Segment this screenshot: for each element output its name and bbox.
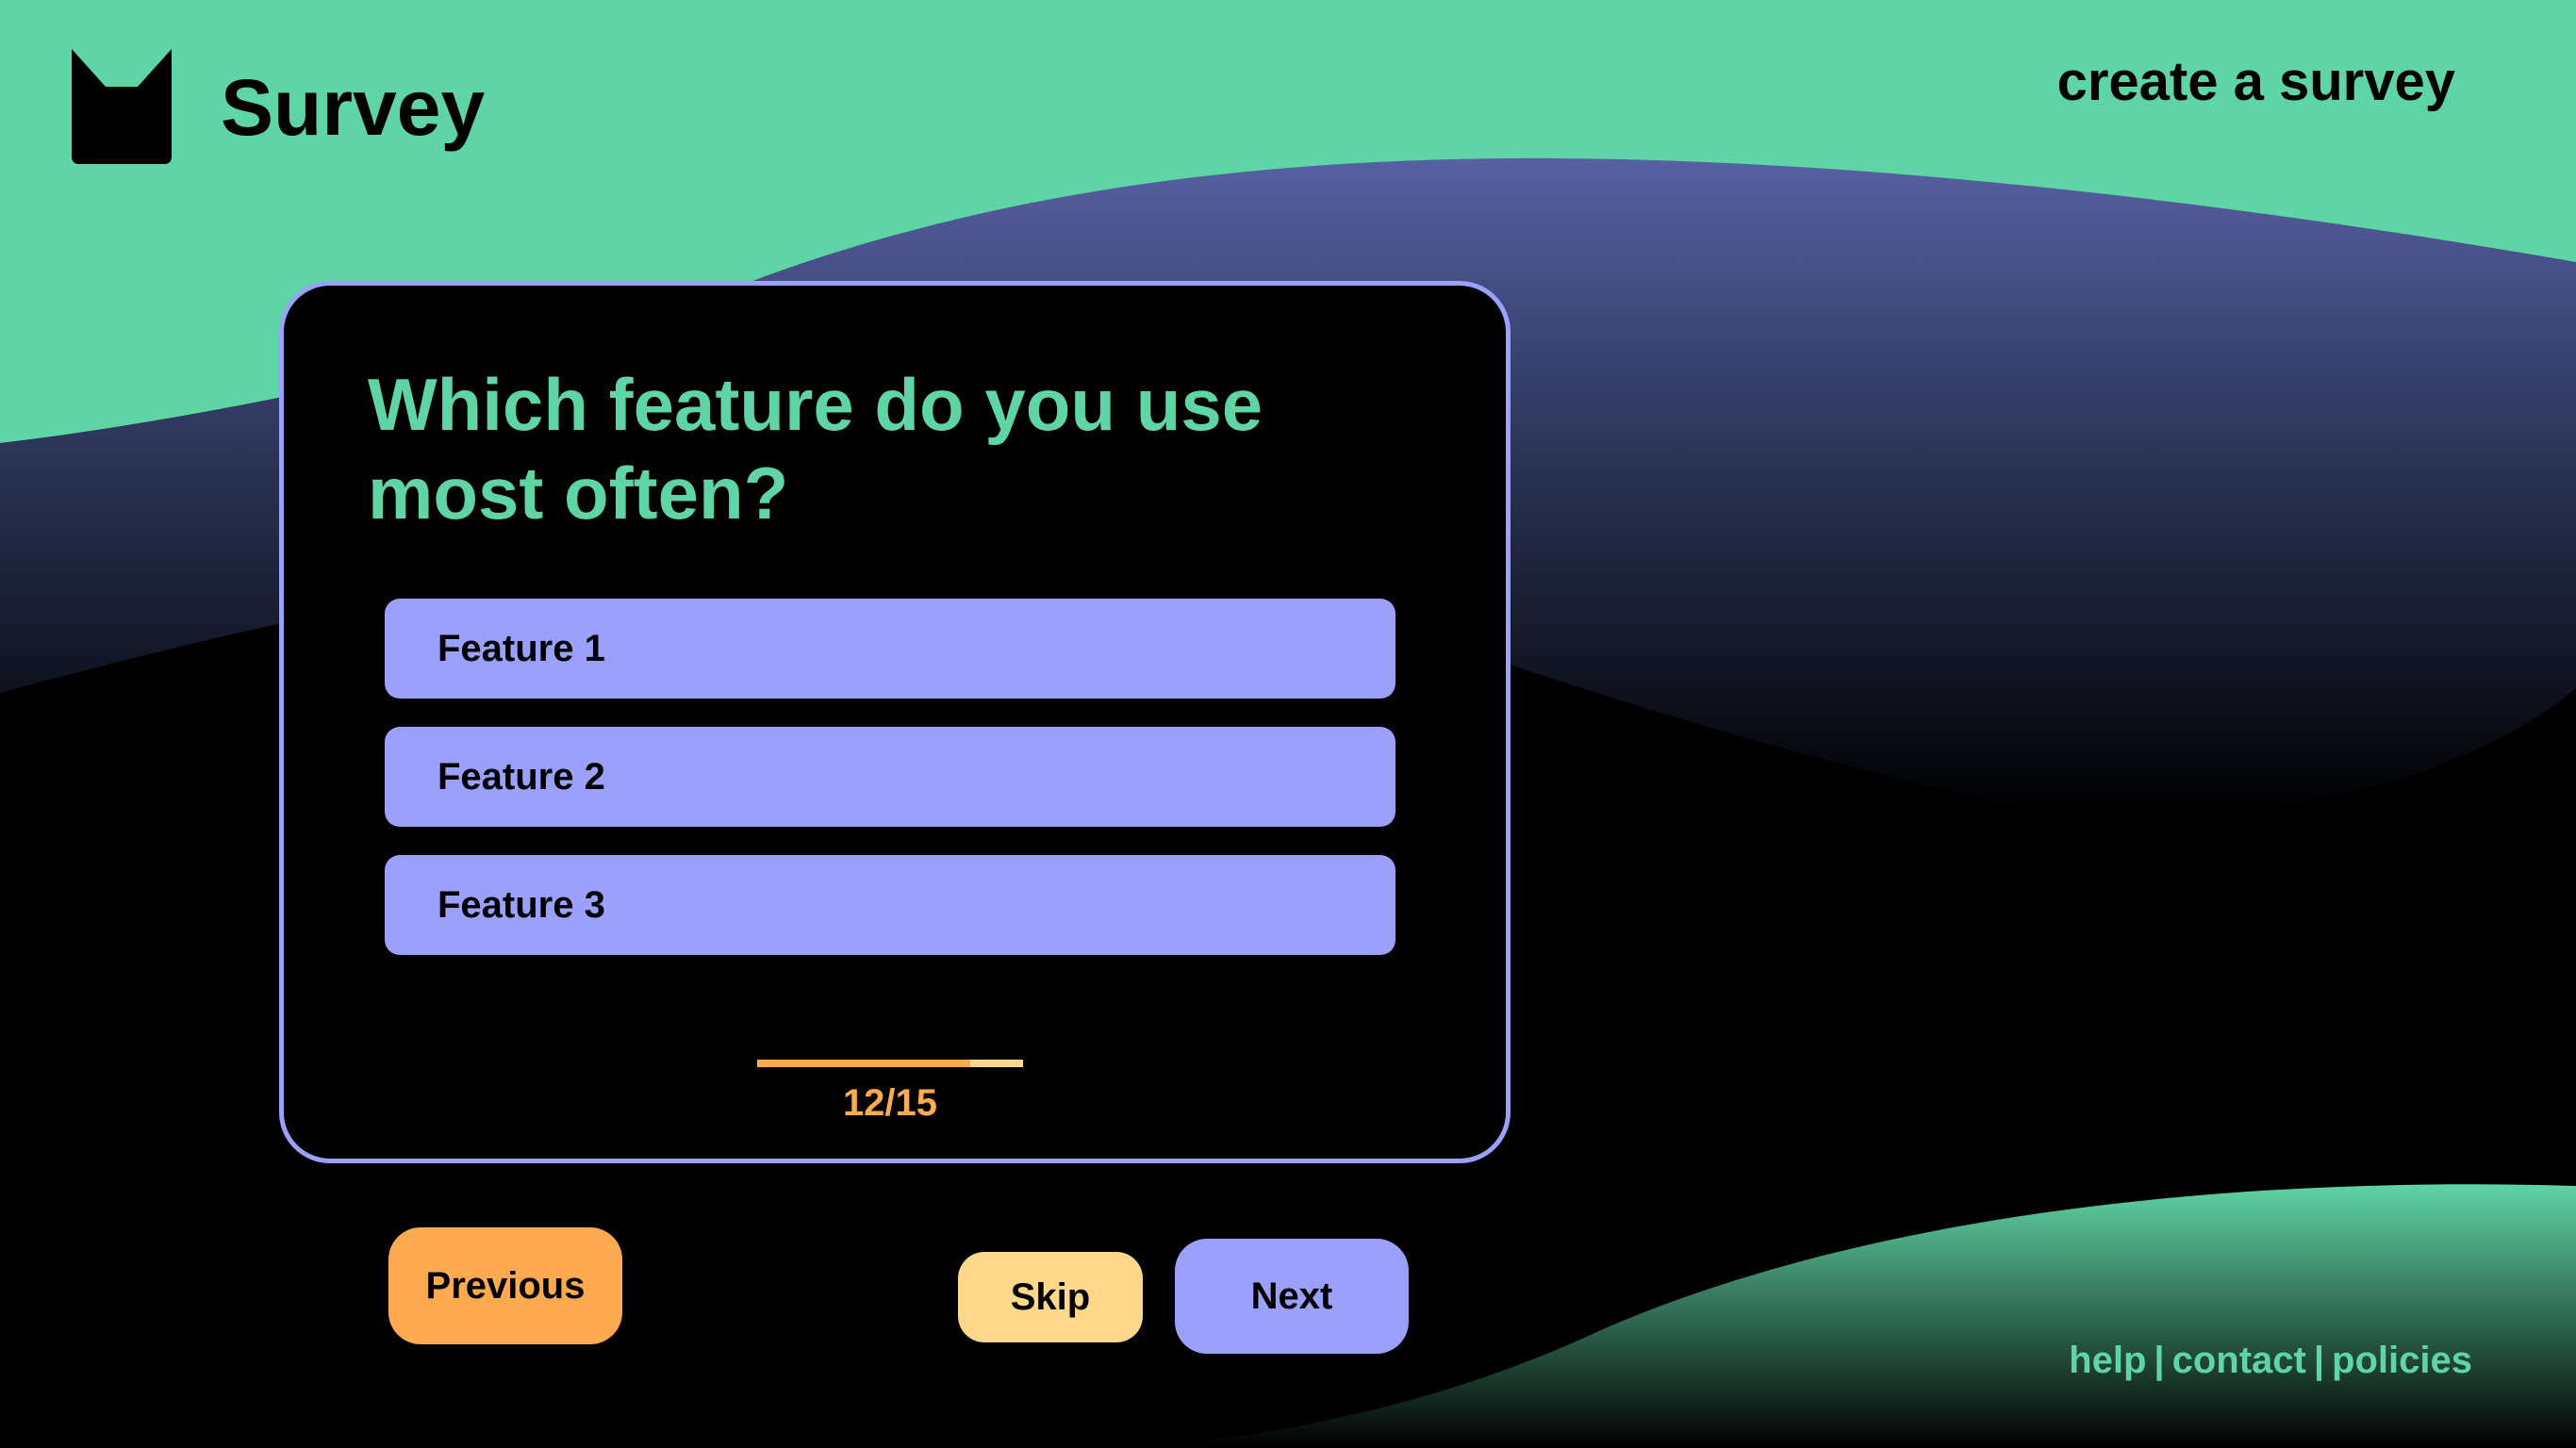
option-feature-1[interactable]: Feature 1 <box>385 599 1395 699</box>
policies-link[interactable]: policies <box>2332 1340 2472 1381</box>
previous-button[interactable]: Previous <box>388 1227 622 1344</box>
footer-links: help | contact | policies <box>2069 1337 2472 1384</box>
option-label: Feature 2 <box>438 755 605 798</box>
option-feature-3[interactable]: Feature 3 <box>385 855 1395 955</box>
cat-head-icon <box>72 49 172 164</box>
brand-title: Survey <box>221 63 486 152</box>
contact-link[interactable]: contact <box>2172 1340 2306 1381</box>
footer-separator: | <box>2313 1340 2325 1381</box>
footer-separator: | <box>2154 1340 2165 1381</box>
progress-bar <box>757 1060 1023 1067</box>
question-text: Which feature do you use most often? <box>368 363 1263 535</box>
skip-button[interactable]: Skip <box>958 1252 1143 1342</box>
option-label: Feature 3 <box>438 883 605 926</box>
progress-bar-fill <box>757 1060 970 1067</box>
create-survey-link[interactable]: create a survey <box>2057 49 2455 115</box>
help-link[interactable]: help <box>2069 1340 2146 1381</box>
option-label: Feature 1 <box>438 627 605 669</box>
progress-counter: 12/15 <box>842 1082 938 1124</box>
option-feature-2[interactable]: Feature 2 <box>385 727 1395 827</box>
next-button[interactable]: Next <box>1175 1239 1409 1354</box>
